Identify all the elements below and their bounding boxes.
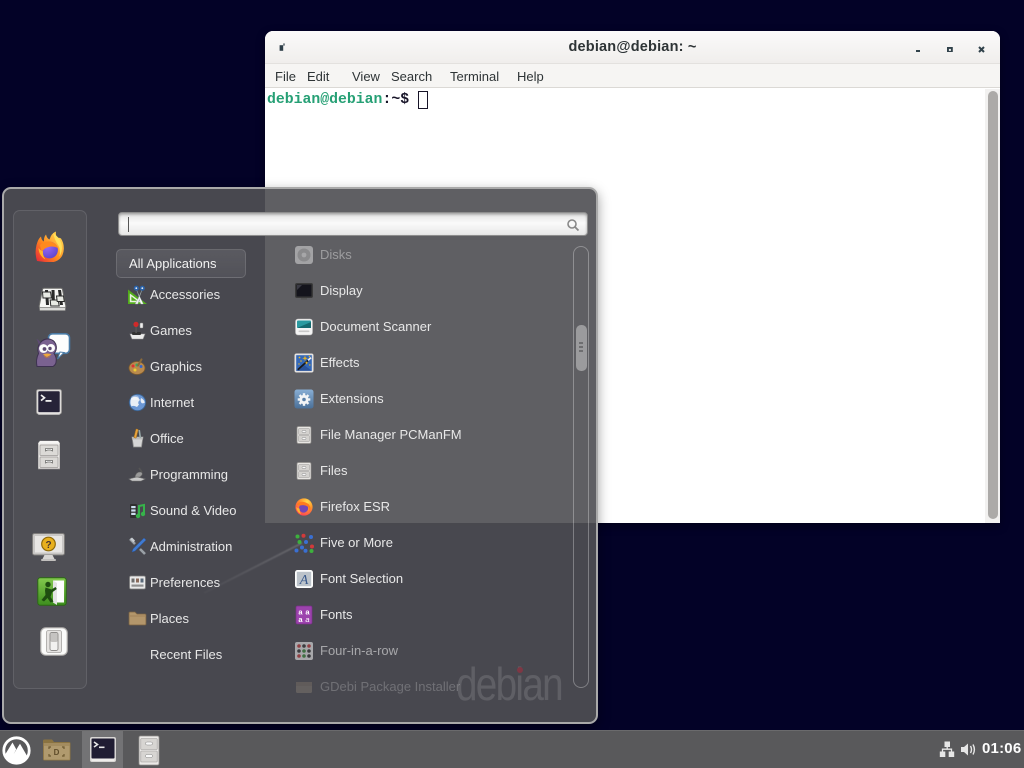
svg-text:A: A [299, 573, 309, 588]
svg-text:a: a [305, 615, 309, 624]
svg-text:D: D [54, 748, 60, 757]
svg-text:?: ? [45, 540, 51, 551]
